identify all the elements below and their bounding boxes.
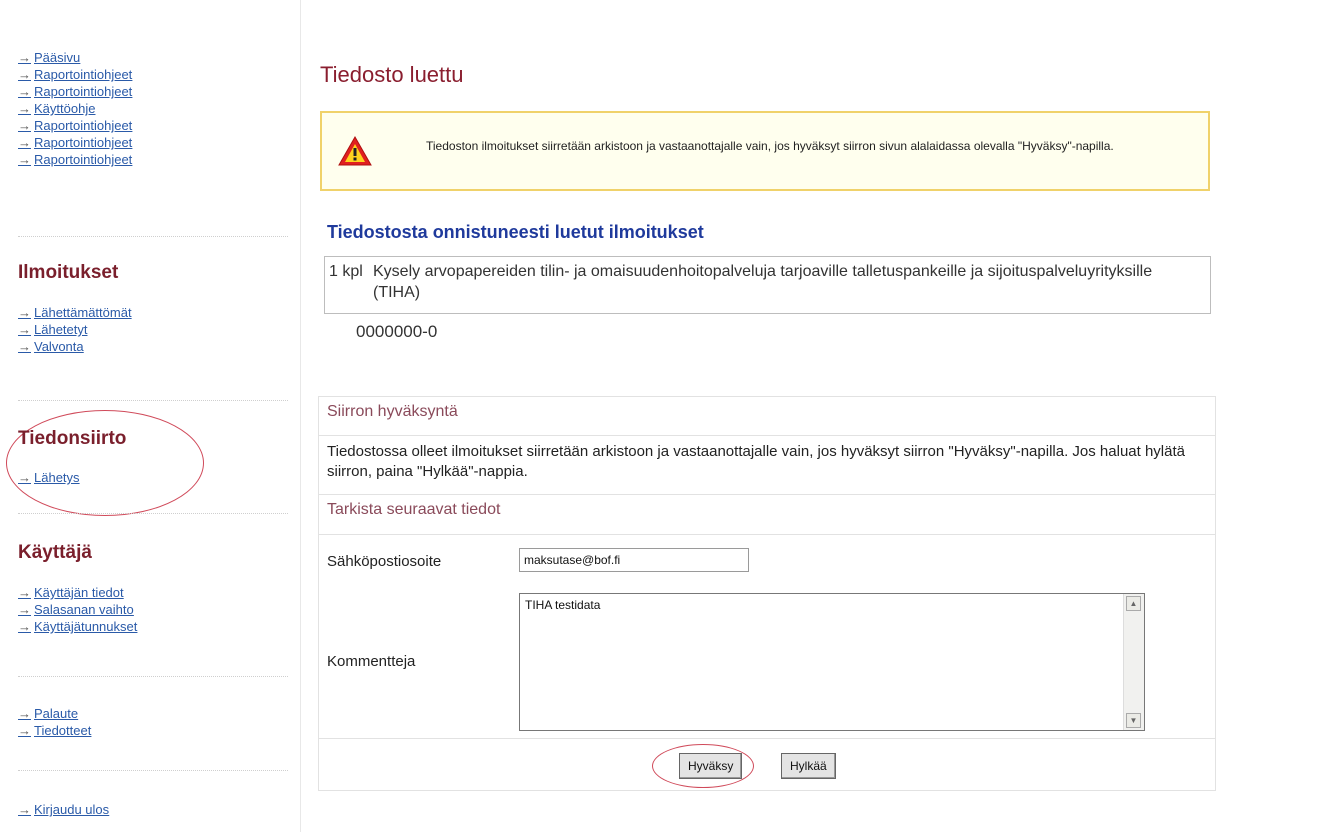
nav-link-label: Lähettämättömät <box>34 305 132 320</box>
divider <box>18 676 288 677</box>
page-title: Tiedosto luettu <box>320 62 464 87</box>
nav-link-raportointiohjeet-2[interactable]: → Raportointiohjeet <box>18 83 132 100</box>
comment-scrollbar[interactable]: ▲ ▼ <box>1123 594 1144 730</box>
arrow-right-icon: → <box>18 322 31 337</box>
comment-textarea[interactable]: TIHA testidata <box>520 594 1124 730</box>
highlight-ellipse-tiedonsiirto <box>6 410 204 516</box>
warning-box: Tiedoston ilmoitukset siirretään arkisto… <box>320 111 1210 191</box>
sidebar-heading-ilmoitukset: Ilmoitukset <box>18 262 119 283</box>
approval-heading-row: Siirron hyväksyntä <box>319 397 1215 436</box>
nav-link-raportointiohjeet-1[interactable]: → Raportointiohjeet <box>18 66 132 83</box>
nav-link-kayttajatunnukset[interactable]: → Käyttäjätunnukset <box>18 618 137 635</box>
nav-link-label: Pääsivu <box>34 50 81 65</box>
nav-link-label: Valvonta <box>34 339 84 354</box>
read-notifications-box: 1 kpl Kysely arvopapereiden tilin- ja om… <box>324 256 1211 314</box>
nav-link-lahetys[interactable]: → Lähetys <box>18 469 80 486</box>
scroll-down-arrow-icon[interactable]: ▼ <box>1126 713 1141 728</box>
comment-field-wrapper: TIHA testidata ▲ ▼ <box>519 593 1145 731</box>
nav-link-label: Raportointiohjeet <box>34 152 133 167</box>
nav-link-palaute[interactable]: → Palaute <box>18 705 91 722</box>
arrow-right-icon: → <box>18 585 31 600</box>
nav-link-label: Raportointiohjeet <box>34 84 133 99</box>
arrow-right-icon: → <box>18 706 31 721</box>
top-links: → Pääsivu → Raportointiohjeet → Raportointi… <box>18 49 132 168</box>
nav-link-paasivu[interactable]: → Pääsivu <box>18 49 132 66</box>
approval-info-row: Tiedostossa olleet ilmoitukset siirretää… <box>319 436 1215 495</box>
nav-link-label: Käyttäjätunnukset <box>34 619 138 634</box>
notification-count: 1 kpl <box>329 263 363 280</box>
comment-label: Kommentteja <box>327 653 416 670</box>
nav-link-label: Raportointiohjeet <box>34 118 133 133</box>
nav-link-label: Lähetys <box>34 470 80 485</box>
logout-link-group: → Kirjaudu ulos <box>18 801 109 818</box>
nav-link-label: Lähetetyt <box>34 322 88 337</box>
nav-link-label: Käyttöohje <box>34 101 96 116</box>
arrow-right-icon: → <box>18 101 31 116</box>
arrow-right-icon: → <box>18 152 31 167</box>
notification-id: 0000000-0 <box>356 322 438 341</box>
nav-link-label: Kirjaudu ulos <box>34 802 110 817</box>
nav-link-lahetetyt[interactable]: → Lähetetyt <box>18 321 132 338</box>
scroll-up-arrow-icon[interactable]: ▲ <box>1126 596 1141 611</box>
nav-link-raportointiohjeet-5[interactable]: → Raportointiohjeet <box>18 151 132 168</box>
nav-link-valvonta[interactable]: → Valvonta <box>18 338 132 355</box>
sidebar: → Pääsivu → Raportointiohjeet → Raportointi… <box>0 0 301 832</box>
section-subtitle: Tiedostosta onnistuneesti luetut ilmoitu… <box>327 222 704 242</box>
arrow-right-icon: → <box>18 67 31 82</box>
misc-links: → Palaute → Tiedotteet <box>18 705 91 739</box>
divider <box>18 400 288 401</box>
divider <box>18 236 288 237</box>
nav-link-label: Raportointiohjeet <box>34 67 133 82</box>
nav-link-lahettamattomat[interactable]: → Lähettämättömät <box>18 304 132 321</box>
buttons-row-divider <box>319 738 1215 739</box>
arrow-right-icon: → <box>18 802 31 817</box>
email-label: Sähköpostiosoite <box>327 553 442 570</box>
nav-link-kirjaudu-ulos[interactable]: → Kirjaudu ulos <box>18 801 109 818</box>
nav-link-kayttoohje[interactable]: → Käyttöohje <box>18 100 132 117</box>
email-field[interactable] <box>519 548 749 572</box>
arrow-right-icon: → <box>18 84 31 99</box>
check-heading: Tarkista seuraavat tiedot <box>327 501 501 518</box>
nav-link-label: Tiedotteet <box>34 723 92 738</box>
nav-link-label: Palaute <box>34 706 79 721</box>
approval-info-text: Tiedostossa olleet ilmoitukset siirretää… <box>327 443 1185 480</box>
nav-link-raportointiohjeet-3[interactable]: → Raportointiohjeet <box>18 117 132 134</box>
warning-text: Tiedoston ilmoitukset siirretään arkisto… <box>426 139 1114 153</box>
nav-link-salasanan-vaihto[interactable]: → Salasanan vaihto <box>18 601 137 618</box>
arrow-right-icon: → <box>18 339 31 354</box>
arrow-right-icon: → <box>18 602 31 617</box>
divider <box>18 513 288 514</box>
arrow-right-icon: → <box>18 723 31 738</box>
sidebar-heading-tiedonsiirto: Tiedonsiirto <box>18 428 127 449</box>
nav-link-label: Käyttäjän tiedot <box>34 585 124 600</box>
notification-name: Kysely arvopapereiden tilin- ja omaisuud… <box>373 263 1153 301</box>
tiedonsiirto-links: → Lähetys <box>18 469 80 486</box>
warning-triangle-icon <box>338 135 372 166</box>
arrow-right-icon: → <box>18 118 31 133</box>
arrow-right-icon: → <box>18 470 31 485</box>
arrow-right-icon: → <box>18 135 31 150</box>
divider <box>18 770 288 771</box>
check-heading-row: Tarkista seuraavat tiedot <box>319 495 1215 535</box>
nav-link-kayttajan-tiedot[interactable]: → Käyttäjän tiedot <box>18 584 137 601</box>
sidebar-heading-kayttaja: Käyttäjä <box>18 542 92 563</box>
nav-link-label: Salasanan vaihto <box>34 602 134 617</box>
arrow-right-icon: → <box>18 305 31 320</box>
highlight-ellipse-accept <box>652 744 754 788</box>
approval-panel: Siirron hyväksyntä Tiedostossa olleet il… <box>318 396 1216 791</box>
nav-link-label: Raportointiohjeet <box>34 135 133 150</box>
kayttaja-links: → Käyttäjän tiedot → Salasanan vaihto → Käy… <box>18 584 137 635</box>
arrow-right-icon: → <box>18 619 31 634</box>
reject-button[interactable]: Hylkää <box>781 753 836 779</box>
nav-link-tiedotteet[interactable]: → Tiedotteet <box>18 722 91 739</box>
nav-link-raportointiohjeet-4[interactable]: → Raportointiohjeet <box>18 134 132 151</box>
arrow-right-icon: → <box>18 50 31 65</box>
approval-heading: Siirron hyväksyntä <box>327 403 458 420</box>
ilmoitukset-links: → Lähettämättömät → Lähetetyt → Valvonta <box>18 304 132 355</box>
main-content: Tiedosto luettu Tiedoston ilmoitukset si… <box>318 0 1218 832</box>
